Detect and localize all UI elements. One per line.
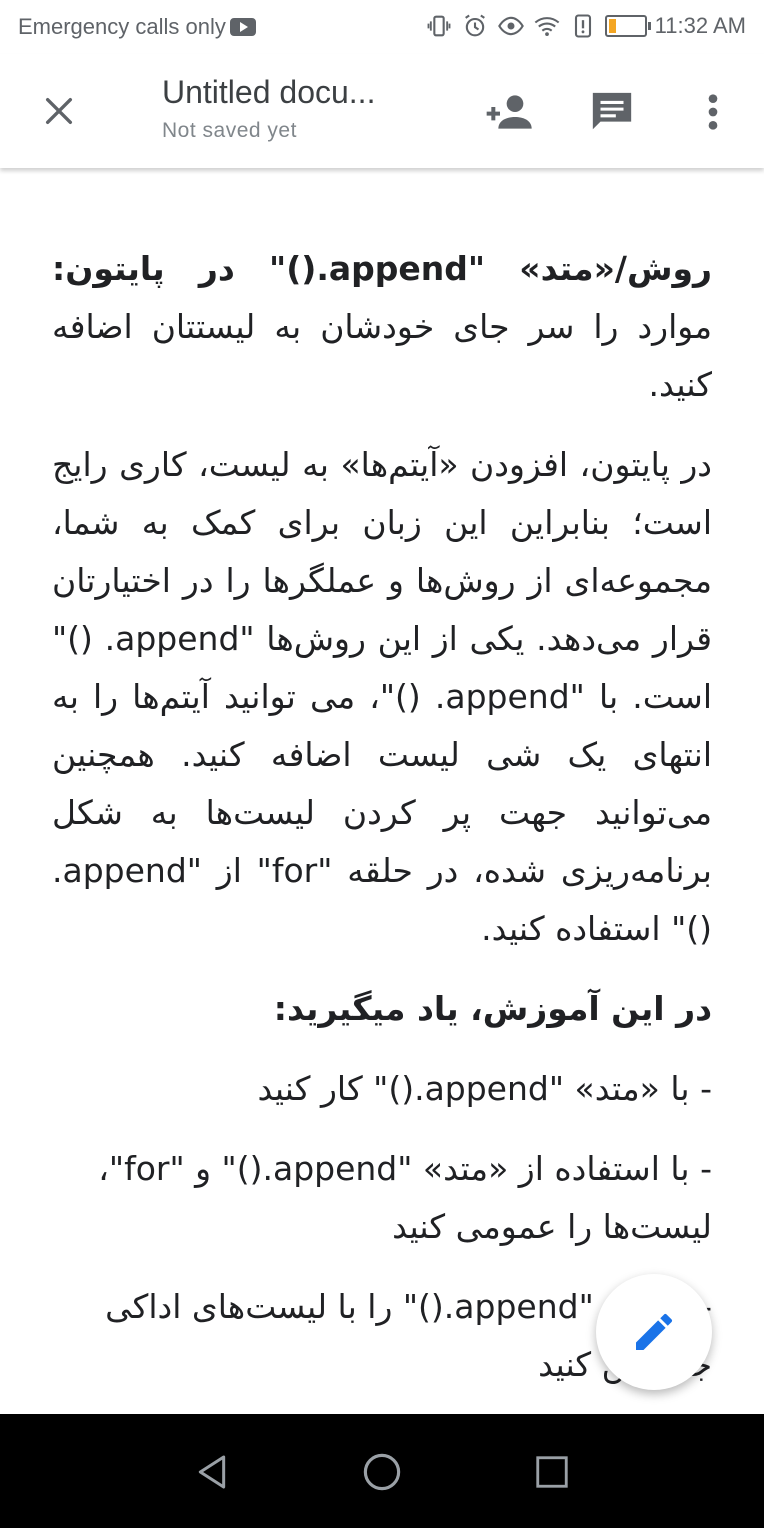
share-button[interactable] <box>482 84 538 140</box>
paragraph-body: در پایتون، افزودن «آیتم‌ها» به لیست، کار… <box>52 445 712 948</box>
comments-button[interactable] <box>584 84 640 140</box>
vibrate-icon <box>427 15 451 37</box>
section-heading: در این آموزش، یاد میگیرید: <box>273 989 712 1028</box>
add-person-icon <box>486 95 532 129</box>
more-options-button[interactable] <box>685 84 741 140</box>
youtube-icon <box>229 18 256 36</box>
eye-icon <box>497 16 524 36</box>
home-icon <box>363 1453 401 1491</box>
status-left: Emergency calls only <box>18 14 256 40</box>
more-vert-icon <box>708 94 718 130</box>
status-bar: Emergency calls only 11:32 AM <box>0 0 764 54</box>
comment-icon <box>592 92 632 130</box>
home-button[interactable] <box>360 1450 404 1494</box>
system-nav-bar <box>0 1414 764 1528</box>
edit-pencil-icon <box>636 1313 673 1350</box>
carrier-text: Emergency calls only <box>18 14 226 39</box>
intro-heading: روش/«متد» "append.()" در پایتون: <box>52 249 712 288</box>
intro-rest: موارد را سر جای خودشان به لیستتان اضافه … <box>52 307 712 404</box>
title-block[interactable]: Untitled docu... Not saved yet <box>162 74 422 143</box>
battery-fill <box>608 19 616 33</box>
save-status: Not saved yet <box>162 119 297 142</box>
document-body[interactable]: روش/«متد» "append.()" در پایتون: موارد ر… <box>52 240 712 1415</box>
close-button[interactable] <box>36 88 82 134</box>
battery-icon <box>604 15 651 37</box>
alarm-icon <box>464 14 485 37</box>
back-icon <box>198 1455 226 1489</box>
recents-icon <box>536 1456 568 1488</box>
paragraph-intro: روش/«متد» "append.()" در پایتون: موارد ر… <box>52 240 712 414</box>
list-item: - با استفاده از «متد» "append.()" و "for… <box>98 1149 712 1246</box>
edit-fab-button[interactable] <box>596 1274 712 1390</box>
app-bar: Untitled docu... Not saved yet <box>0 54 764 168</box>
wifi-icon <box>534 17 560 37</box>
document-title: Untitled docu... <box>162 74 376 110</box>
list-item: - با «متد» "append.()" کار کنید <box>257 1069 712 1108</box>
clock: 11:32 AM <box>654 13 746 38</box>
close-icon <box>45 97 73 125</box>
back-button[interactable] <box>190 1450 234 1494</box>
alert-icon <box>574 14 591 38</box>
status-right: 11:32 AM <box>425 12 746 40</box>
recents-button[interactable] <box>530 1450 574 1494</box>
